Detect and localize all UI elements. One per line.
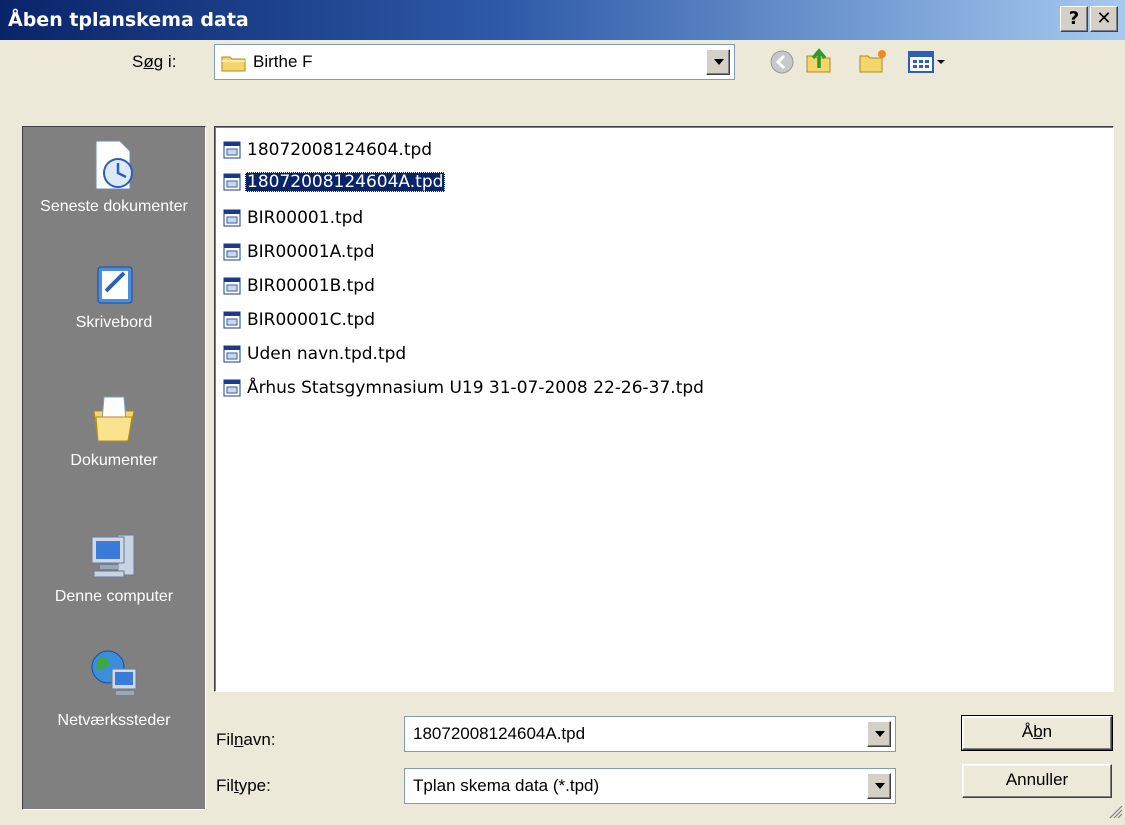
up-folder-icon[interactable]: [804, 46, 834, 80]
look-in-value: Birthe F: [253, 52, 313, 71]
place-recent-documents[interactable]: Seneste dokumenter: [23, 137, 205, 217]
new-folder-icon[interactable]: [858, 48, 888, 80]
tpd-file-icon: [223, 379, 241, 397]
tpd-file-icon: [223, 243, 241, 261]
filetype-label: Filtype:: [216, 776, 271, 795]
place-label: Seneste dokumenter: [40, 198, 188, 215]
tpd-file-icon: [223, 345, 241, 363]
filename-label: Filnavn:: [216, 730, 276, 749]
open-button[interactable]: Åbn: [961, 715, 1113, 751]
tpd-file-icon: [223, 173, 241, 191]
open-file-dialog: Åben tplanskema data ? ✕ Søg i: Birthe F: [0, 0, 1125, 825]
back-icon[interactable]: [768, 48, 796, 80]
look-in-dropdown[interactable]: Birthe F: [214, 44, 735, 80]
chevron-down-icon: [875, 731, 885, 737]
file-item[interactable]: BIR00001B.tpd: [223, 273, 377, 299]
file-item-selected[interactable]: 18072008124604A.tpd: [223, 169, 446, 195]
places-bar: Seneste dokumenter Skrivebord Dokumenter: [22, 126, 206, 810]
tpd-file-icon: [223, 141, 241, 159]
title-bar[interactable]: Åben tplanskema data ? ✕: [0, 0, 1125, 40]
place-label: Denne computer: [54, 588, 174, 605]
help-button[interactable]: ?: [1060, 6, 1088, 32]
filename-dropdown-arrow[interactable]: [867, 721, 891, 747]
chevron-down-icon: [714, 59, 724, 65]
file-item[interactable]: Uden navn.tpd.tpd: [223, 341, 408, 367]
folder-icon: [221, 53, 247, 77]
window-title: Åben tplanskema data: [8, 9, 249, 31]
close-button[interactable]: ✕: [1090, 6, 1118, 32]
tpd-file-icon: [223, 311, 241, 329]
filename-input[interactable]: 18072008124604A.tpd: [404, 716, 896, 752]
recent-documents-icon: [95, 140, 133, 190]
place-my-computer[interactable]: Denne computer: [23, 527, 205, 607]
view-menu-icon[interactable]: [906, 48, 948, 80]
desktop-icon: [97, 266, 133, 304]
cancel-button[interactable]: Annuller: [962, 764, 1112, 798]
filetype-dropdown[interactable]: Tplan skema data (*.tpd): [404, 768, 896, 804]
filename-value[interactable]: 18072008124604A.tpd: [413, 717, 585, 751]
file-item[interactable]: 18072008124604.tpd: [223, 137, 434, 163]
chevron-down-icon: [875, 783, 885, 789]
place-desktop[interactable]: Skrivebord: [23, 261, 205, 333]
file-item[interactable]: Århus Statsgymnasium U19 31-07-2008 22-2…: [223, 375, 706, 401]
my-computer-icon: [91, 534, 135, 578]
file-list[interactable]: 18072008124604.tpd 18072008124604A.tpd B…: [214, 126, 1114, 692]
look-in-label: Søg i:: [132, 52, 177, 71]
resize-grip-icon[interactable]: [1109, 804, 1123, 823]
file-item[interactable]: BIR00001C.tpd: [223, 307, 377, 333]
tpd-file-icon: [223, 209, 241, 227]
file-item[interactable]: BIR00001A.tpd: [223, 239, 377, 265]
tpd-file-icon: [223, 277, 241, 295]
place-label: Dokumenter: [70, 452, 158, 469]
my-documents-icon: [93, 396, 135, 442]
filetype-dropdown-arrow[interactable]: [867, 773, 891, 799]
place-network[interactable]: Netværkssteder: [23, 645, 205, 731]
look-in-dropdown-arrow[interactable]: [706, 49, 730, 75]
network-places-icon: [91, 650, 137, 695]
file-item[interactable]: BIR00001.tpd: [223, 205, 365, 231]
place-label: Skrivebord: [75, 314, 153, 331]
place-label: Netværkssteder: [57, 712, 171, 729]
filetype-value: Tplan skema data (*.tpd): [413, 776, 600, 795]
place-documents[interactable]: Dokumenter: [23, 391, 205, 471]
